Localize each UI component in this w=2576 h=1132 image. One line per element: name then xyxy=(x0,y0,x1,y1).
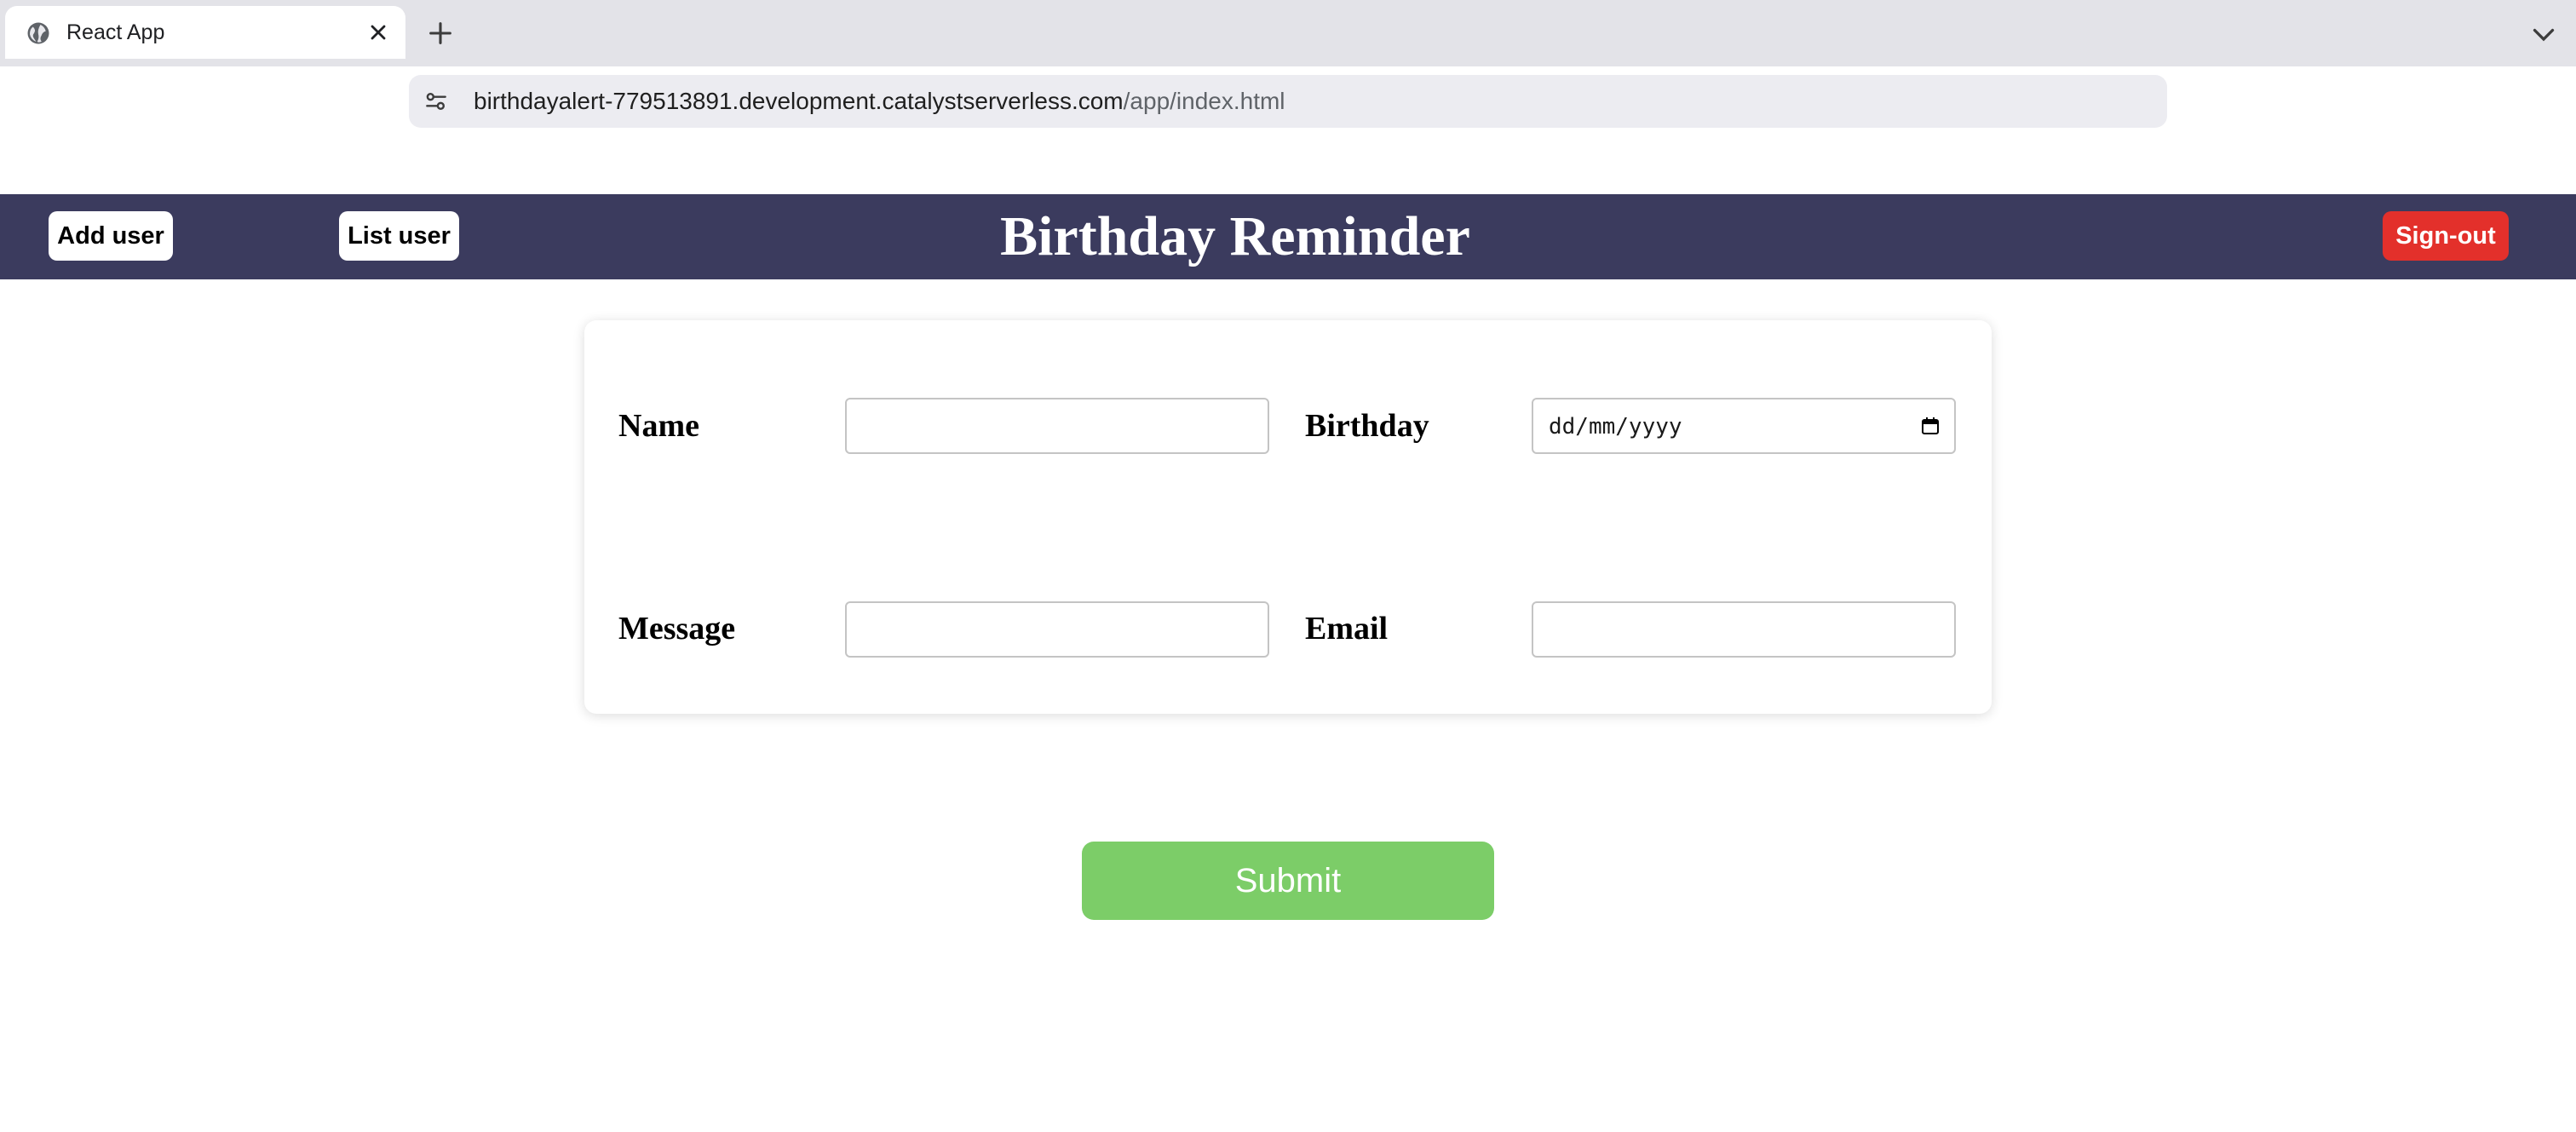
browser-tab-strip: React App xyxy=(0,0,2576,66)
url-host: birthdayalert-779513891.development.cata… xyxy=(474,88,1124,114)
email-label: Email xyxy=(1305,611,1389,646)
new-tab-icon[interactable] xyxy=(426,19,455,48)
page-title: Birthday Reminder xyxy=(1000,205,1470,267)
url-path: /app/index.html xyxy=(1123,88,1285,114)
birthday-date-input[interactable]: dd/mm/yyyy xyxy=(1532,398,1956,454)
app-navbar: Add user List user Birthday Reminder Sig… xyxy=(0,194,2576,279)
email-input[interactable] xyxy=(1532,601,1956,658)
calendar-icon[interactable] xyxy=(1920,416,1941,436)
globe-icon xyxy=(27,22,49,44)
tab-title: React App xyxy=(66,20,165,44)
site-settings-icon[interactable] xyxy=(423,88,450,115)
message-input[interactable] xyxy=(845,601,1269,658)
chevron-down-icon[interactable] xyxy=(2528,19,2559,49)
name-input[interactable] xyxy=(845,398,1269,454)
close-icon[interactable] xyxy=(366,20,390,44)
birthday-form-card: Name Birthday dd/mm/yyyy Message Email xyxy=(584,320,1992,714)
browser-toolbar: birthdayalert-779513891.development.cata… xyxy=(0,66,2576,192)
url-text: birthdayalert-779513891.development.cata… xyxy=(474,88,1285,115)
browser-tab[interactable]: React App xyxy=(5,6,405,59)
address-bar[interactable]: birthdayalert-779513891.development.cata… xyxy=(409,75,2167,128)
submit-button[interactable]: Submit xyxy=(1082,842,1494,920)
date-placeholder: dd/mm/yyyy xyxy=(1549,414,1682,440)
name-label: Name xyxy=(618,408,699,444)
birthday-label: Birthday xyxy=(1305,408,1429,444)
sign-out-button[interactable]: Sign-out xyxy=(2383,211,2509,261)
message-label: Message xyxy=(618,611,736,646)
